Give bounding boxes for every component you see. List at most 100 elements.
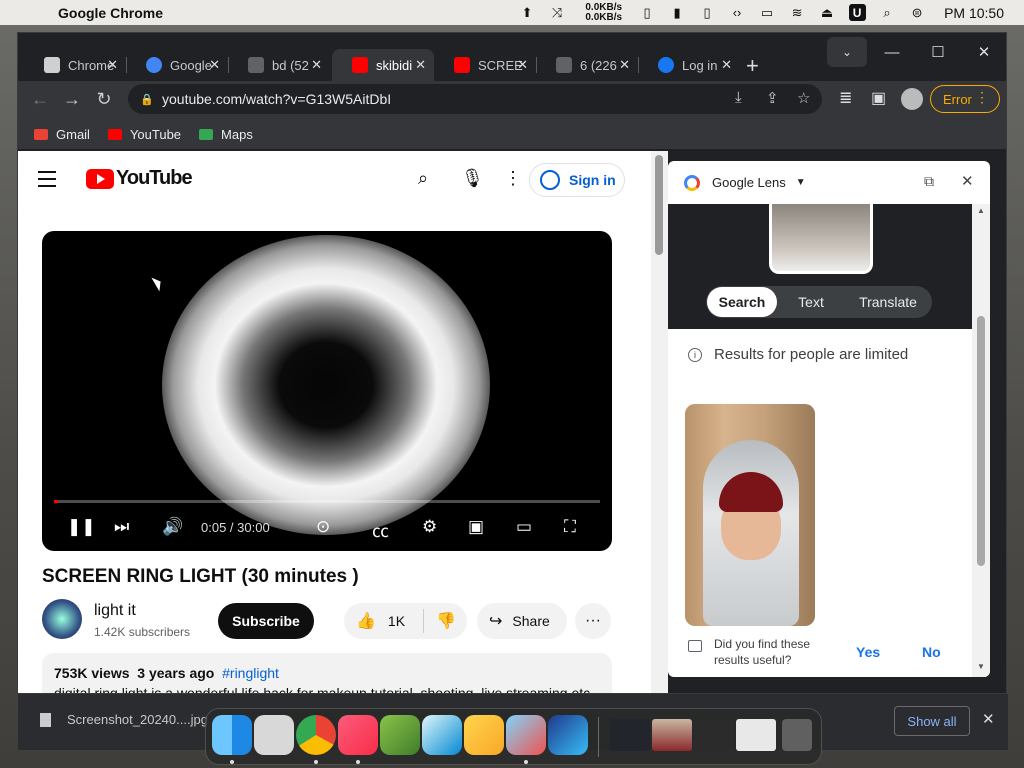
tab-chrome[interactable]: Chrome ✕ xyxy=(24,49,126,81)
search-icon[interactable]: ⌕ xyxy=(418,168,428,189)
scroll-up-icon[interactable]: ▲ xyxy=(977,206,985,215)
minimize-icon[interactable]: — xyxy=(869,37,915,67)
tab-close-icon[interactable]: ✕ xyxy=(517,57,528,73)
result-image[interactable] xyxy=(685,404,815,626)
window-thumbnail[interactable] xyxy=(652,719,692,751)
subscribe-button[interactable]: Subscribe xyxy=(218,603,314,639)
eject-icon[interactable]: ⏏ xyxy=(812,0,842,25)
url-text[interactable]: youtube.com/watch?v=G13W5AitDbI xyxy=(162,91,391,107)
next-icon[interactable]: ⏭ xyxy=(114,517,129,537)
feedback-no-button[interactable]: No xyxy=(922,644,941,660)
phone-icon[interactable]: ▯ xyxy=(632,0,662,25)
tab-bd[interactable]: bd (52 ✕ xyxy=(228,49,330,81)
autoplay-toggle-icon[interactable]: ⊙ xyxy=(316,517,330,537)
lens-scrollbar[interactable]: ▲ ▼ xyxy=(972,204,990,677)
download-item[interactable]: Screenshot_20240....jpg xyxy=(40,712,208,727)
battery-icon[interactable]: ▮ xyxy=(662,0,692,25)
tab-close-icon[interactable]: ✕ xyxy=(311,57,322,73)
channel-avatar[interactable] xyxy=(42,599,82,639)
page-scrollbar[interactable] xyxy=(651,151,668,693)
back-arrow-icon[interactable]: ← xyxy=(28,87,52,111)
youtube-logo[interactable]: YouTube xyxy=(86,167,193,190)
tab-login[interactable]: Log in ✕ xyxy=(638,49,740,81)
battery-alt-icon[interactable]: ▯ xyxy=(692,0,722,25)
more-actions-icon[interactable]: ··· xyxy=(575,603,611,639)
window-thumbnail[interactable] xyxy=(694,719,734,751)
tab-close-icon[interactable]: ✕ xyxy=(107,57,118,73)
tab-close-icon[interactable]: ✕ xyxy=(721,57,732,73)
side-panel-icon[interactable]: ▣ xyxy=(871,88,886,108)
tab-close-icon[interactable]: ✕ xyxy=(415,57,426,73)
lock-icon[interactable]: 🔒 xyxy=(140,93,154,106)
feedback-yes-button[interactable]: Yes xyxy=(856,644,880,660)
tab-close-icon[interactable]: ✕ xyxy=(619,57,630,73)
theater-mode-icon[interactable]: ▭ xyxy=(516,517,532,537)
reload-icon[interactable]: ↻ xyxy=(92,87,116,111)
miniplayer-icon[interactable]: ▣ xyxy=(468,517,484,537)
address-bar[interactable]: 🔒 youtube.com/watch?v=G13W5AitDbI ⤓ ⇪ ☆ xyxy=(128,84,822,114)
display-icon[interactable]: ▭ xyxy=(752,0,782,25)
close-downloads-icon[interactable]: ✕ xyxy=(982,710,995,728)
bookmark-star-icon[interactable]: ☆ xyxy=(797,89,810,107)
forward-arrow-icon[interactable]: → xyxy=(60,87,84,111)
close-window-icon[interactable]: ✕ xyxy=(961,37,1006,67)
share-page-icon[interactable]: ⇪ xyxy=(766,89,779,107)
launchpad-icon[interactable] xyxy=(254,715,294,755)
tab-google[interactable]: Google ✕ xyxy=(126,49,228,81)
captions-icon[interactable]: ㏄ xyxy=(372,517,389,542)
sync-icon[interactable]: ⤨ xyxy=(542,0,572,25)
pause-icon[interactable]: ❚❚ xyxy=(67,517,96,537)
like-button[interactable]: 👍 1K xyxy=(344,609,424,633)
settings-gear-icon[interactable]: ⚙ xyxy=(422,517,437,537)
artifact-app-icon[interactable] xyxy=(464,715,504,755)
video-player[interactable]: ❚❚ ⏭ 🔊 0:05 / 30:00 ⊙ ㏄ ⚙ ▣ ▭ ⛶ xyxy=(42,231,612,551)
paint-palette-icon[interactable] xyxy=(506,715,546,755)
bookmark-youtube[interactable]: YouTube xyxy=(107,127,181,142)
window-thumbnail[interactable] xyxy=(736,719,776,751)
sign-in-button[interactable]: Sign in xyxy=(529,163,625,197)
bookmark-gmail[interactable]: Gmail xyxy=(34,127,90,142)
finder-icon[interactable] xyxy=(212,715,252,755)
spotlight-search-icon[interactable]: ⌕ xyxy=(872,0,902,25)
hashtag-link[interactable]: #ringlight xyxy=(222,665,279,681)
window-thumbnail[interactable] xyxy=(610,719,650,751)
tab-screen[interactable]: SCREE ✕ xyxy=(434,49,536,81)
more-vertical-icon[interactable]: ⋮ xyxy=(504,168,522,189)
control-center-icon[interactable]: ⊜ xyxy=(902,0,932,25)
selected-image-crop[interactable] xyxy=(769,204,873,274)
tab-226[interactable]: 6 (226 ✕ xyxy=(536,49,638,81)
description-box[interactable]: 753K views 3 years ago #ringlight digita… xyxy=(42,653,612,693)
volume-icon[interactable]: 🔊 xyxy=(162,517,183,537)
menu-clock[interactable]: PM 10:50 xyxy=(944,5,1004,21)
tab-search-chevron-icon[interactable]: ⌄ xyxy=(827,37,867,67)
bookmark-maps[interactable]: Maps xyxy=(199,127,253,142)
scroll-down-icon[interactable]: ▼ xyxy=(977,662,985,671)
profile-avatar-icon[interactable] xyxy=(901,88,923,110)
more-menu-icon[interactable]: ⋮ xyxy=(975,89,989,106)
thumbs-down-icon[interactable]: 👎 xyxy=(424,611,456,631)
chrome-icon[interactable] xyxy=(296,715,336,755)
lens-tab-search[interactable]: Search xyxy=(707,287,777,317)
wifi-off-icon[interactable]: ≋ xyxy=(782,0,812,25)
tab-skibidi[interactable]: skibidi ✕ xyxy=(332,49,434,81)
hamburger-menu-icon[interactable] xyxy=(38,171,56,192)
migration-assistant-icon[interactable] xyxy=(422,715,462,755)
lens-tab-text[interactable]: Text xyxy=(777,294,845,310)
upload-arrow-icon[interactable]: ⬆ xyxy=(512,0,542,25)
music-icon[interactable] xyxy=(338,715,378,755)
open-in-new-tab-icon[interactable]: ⧉ xyxy=(924,173,934,190)
show-all-button[interactable]: Show all xyxy=(894,706,970,736)
maximize-icon[interactable]: ☐ xyxy=(915,37,961,67)
lens-title[interactable]: Google Lens xyxy=(712,175,786,190)
fullscreen-icon[interactable]: ⛶ xyxy=(564,517,576,537)
new-tab-plus-icon[interactable]: + xyxy=(746,53,759,79)
close-panel-icon[interactable]: ✕ xyxy=(961,172,974,190)
lens-tab-translate[interactable]: Translate xyxy=(845,294,931,310)
preview-icon[interactable] xyxy=(380,715,420,755)
code-icon[interactable]: ‹› xyxy=(722,0,752,25)
share-button[interactable]: ↪ Share xyxy=(477,603,567,639)
media-queue-icon[interactable]: ≣ xyxy=(839,88,852,108)
active-app-name[interactable]: Google Chrome xyxy=(58,5,163,21)
star-app-icon[interactable] xyxy=(548,715,588,755)
sync-error-button[interactable]: Error ⋮ xyxy=(930,85,1000,113)
